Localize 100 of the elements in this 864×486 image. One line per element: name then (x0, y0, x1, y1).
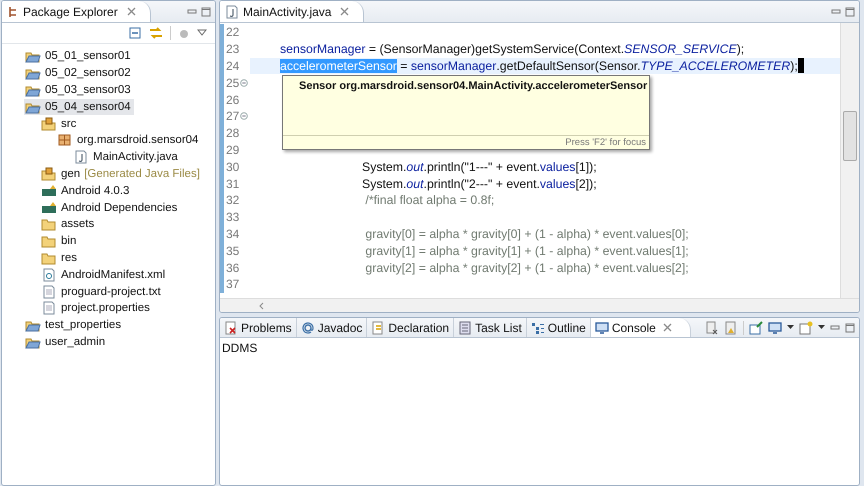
line-number: 23 (226, 42, 240, 56)
line-number: 33 (226, 210, 240, 224)
line-number: 24 (226, 58, 240, 73)
view-tab[interactable]: Javadoc (296, 318, 368, 337)
minimize-icon[interactable] (830, 322, 840, 332)
tree-item[interactable]: MainActivity.java (72, 149, 181, 166)
package-explorer-tab[interactable]: Package Explorer (2, 1, 151, 22)
item-label: res (61, 252, 77, 264)
item-label: Android Dependencies (61, 202, 178, 214)
package-icon (57, 133, 73, 148)
editor-tab[interactable]: MainActivity.java (220, 1, 364, 22)
maximize-icon[interactable] (201, 6, 211, 16)
task-list-icon (458, 320, 472, 334)
tree-item[interactable]: user_admin (24, 334, 108, 350)
folder-icon (41, 217, 57, 232)
tree-item[interactable]: src (40, 116, 80, 132)
item-label: MainActivity.java (93, 151, 178, 164)
tree-item[interactable]: 05_01_sensor01 (24, 48, 134, 64)
tree-item[interactable]: assets (40, 216, 98, 232)
xml-file-icon (41, 268, 57, 282)
tree-item[interactable]: project.properties (40, 300, 153, 316)
scroll-lock-icon[interactable] (724, 320, 738, 334)
text-file-icon (41, 301, 57, 316)
tree-item[interactable]: AndroidManifest.xml (40, 266, 168, 283)
monitor-icon[interactable] (768, 320, 782, 334)
line-number: 29 (226, 142, 240, 157)
item-label: src (61, 118, 76, 130)
line-number: 35 (226, 244, 240, 258)
tree-item[interactable]: org.marsdroid.sensor04 (56, 132, 202, 148)
close-icon[interactable] (126, 7, 136, 16)
fold-icon[interactable] (240, 78, 248, 87)
item-label: gen (61, 168, 80, 180)
hierarchy-icon (8, 6, 18, 18)
item-label: org.marsdroid.sensor04 (77, 134, 198, 146)
link-arrows-icon[interactable] (148, 26, 164, 40)
item-label: 05_01_sensor01 (45, 50, 131, 62)
clear-console-icon[interactable] (705, 320, 719, 334)
view-tab[interactable]: Problems (220, 318, 297, 337)
source-folder-icon (41, 116, 57, 131)
line-number: 25 (226, 76, 240, 90)
collapse-all-icon[interactable] (128, 26, 142, 40)
view-tab[interactable]: Console (590, 318, 691, 337)
minimize-icon[interactable] (187, 6, 197, 16)
dropdown-icon[interactable] (787, 325, 794, 330)
monitor-icon (594, 320, 609, 334)
scroll-left-icon[interactable] (258, 302, 266, 310)
item-label: 05_04_sensor04 (45, 100, 131, 113)
tree-item[interactable]: Android Dependencies (40, 200, 180, 216)
code-line: gravity[2] = alpha * gravity[2] + (1 - alpha) * event.values[2]; (364, 260, 689, 275)
line-number: 28 (226, 126, 240, 140)
code-line: System.out.println("1---" + event.values[1]); (360, 160, 597, 174)
item-label: assets (61, 218, 94, 230)
item-label: proguard-project.txt (61, 286, 161, 298)
tab-label: MainActivity.java (243, 4, 332, 18)
line-number: 31 (226, 176, 240, 191)
item-label: project.properties (61, 302, 150, 314)
tree-item[interactable]: test_properties (24, 317, 124, 334)
declaration-icon (371, 320, 386, 334)
line-number: 32 (226, 193, 240, 208)
tree-item[interactable]: res (40, 250, 80, 266)
item-decoration: [Generated Java Files] (84, 168, 200, 180)
dropdown-icon[interactable] (818, 325, 825, 330)
at-sign-icon (300, 320, 315, 334)
minimize-icon[interactable] (831, 6, 841, 16)
tree-item[interactable]: 05_02_sensor02 (24, 65, 134, 82)
fold-icon[interactable] (240, 112, 248, 120)
code-line: gravity[0] = alpha * gravity[0] + (1 - alpha) * event.values[0]; (364, 226, 689, 241)
line-number: 30 (226, 160, 240, 174)
horizontal-scrollbar[interactable] (220, 298, 859, 312)
code-line: accelerometerSensor = sensorManager.getDefaultSensor(Sensor.TYPE_ACCELEROMETER); (280, 58, 804, 74)
item-label: user_admin (45, 336, 106, 348)
code-line: /*final float alpha = 0.8f; (364, 193, 494, 208)
problems-icon (224, 320, 238, 334)
view-menu-icon[interactable] (197, 29, 207, 37)
maximize-icon[interactable] (845, 322, 855, 332)
library-icon (41, 200, 57, 215)
tree-item[interactable]: gen [Generated Java Files] (40, 166, 203, 182)
text-file-icon (41, 284, 57, 299)
console-name: DDMS (222, 341, 258, 355)
source-folder-icon (41, 166, 57, 181)
maximize-icon[interactable] (845, 6, 855, 16)
view-tab[interactable]: Declaration (367, 318, 454, 337)
folder-icon (41, 234, 57, 248)
pin-console-icon[interactable] (749, 320, 763, 334)
line-number: 36 (226, 260, 240, 275)
close-icon[interactable] (662, 323, 672, 332)
tree-item[interactable]: 05_04_sensor04 (24, 98, 134, 115)
new-console-icon[interactable] (799, 320, 813, 334)
hover-hint: Press 'F2' for focus (565, 137, 646, 148)
line-number: 34 (226, 226, 240, 241)
item-label: bin (61, 235, 76, 248)
tab-label: Package Explorer (23, 4, 118, 18)
view-tab[interactable]: Task List (454, 318, 527, 337)
close-icon[interactable] (340, 7, 350, 16)
tree-item[interactable]: bin (40, 233, 80, 250)
tree-item[interactable]: Android 4.0.3 (40, 182, 132, 199)
vertical-scrollbar[interactable] (840, 23, 859, 298)
library-icon (41, 184, 57, 198)
tree-item[interactable]: proguard-project.txt (40, 284, 164, 300)
tree-item[interactable]: 05_03_sensor03 (24, 82, 134, 98)
